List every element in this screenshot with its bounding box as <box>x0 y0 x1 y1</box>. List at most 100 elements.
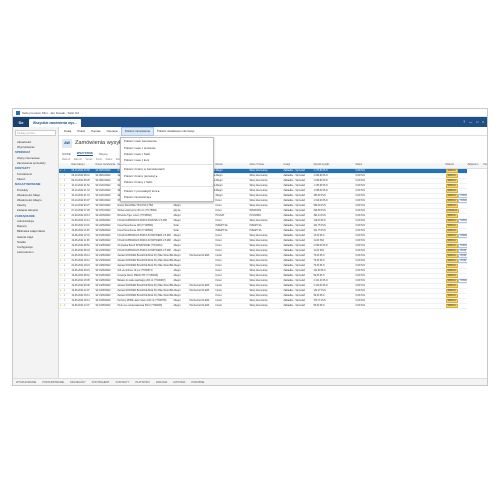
table-cell: Pink Luce wodą toaletową 50ml (77180818) <box>117 303 173 309</box>
status-badge: SMPost <box>445 188 458 192</box>
toolbar-button[interactable]: Popraw <box>88 127 103 136</box>
top-nav: Se Wszystkie zamówienia wys... ? — □ × <box>13 117 487 127</box>
column-header[interactable]: Paczka <box>483 163 487 169</box>
status-badge: SMPost <box>445 258 458 262</box>
table-cell: SMPost Odbiorca <box>445 193 467 199</box>
star-icon[interactable]: ★ <box>60 240 62 242</box>
document-tabs: Wszystkie zamówienia wys... <box>29 117 81 127</box>
toolbar-button[interactable]: Pobierz dodatkowe informacje <box>154 127 197 136</box>
help-icon[interactable]: ? <box>463 120 465 124</box>
filter-field[interactable]: Data od: <box>62 159 71 161</box>
star-icon[interactable]: ★ <box>60 275 62 277</box>
bottom-tab[interactable]: PODOBNE <box>191 381 204 384</box>
filter-tab[interactable]: Więcej <box>99 152 107 156</box>
star-icon[interactable]: ★ <box>60 265 62 267</box>
star-icon[interactable]: ★ <box>60 225 62 227</box>
maximize-icon[interactable]: □ <box>476 120 478 124</box>
check-icon: ✓ <box>63 305 66 307</box>
close-icon[interactable]: × <box>482 120 484 124</box>
toolbar-button[interactable]: Operacje <box>104 127 121 136</box>
star-icon[interactable]: ★ <box>60 260 62 262</box>
star-icon[interactable]: ★ <box>60 245 62 247</box>
check-icon: ✓ <box>63 290 66 292</box>
filter-field[interactable]: Serwis: <box>85 159 93 161</box>
filter-field[interactable]: Data do: <box>74 159 83 161</box>
star-icon[interactable]: ★ <box>60 280 62 282</box>
star-icon[interactable]: ★ <box>60 175 62 177</box>
toolbar: Dodaj Pokaż Popraw Operacje Pobierz zamówien… <box>59 126 487 136</box>
star-icon[interactable]: ★ <box>60 220 62 222</box>
row-note: Wyślij wiadomość e-mail <box>458 258 467 262</box>
star-icon[interactable]: ★ <box>60 190 62 192</box>
check-icon: ✓ <box>63 280 66 282</box>
star-icon[interactable]: ★ <box>60 230 62 232</box>
status-badge: SMPost <box>445 213 458 217</box>
star-icon[interactable]: ★ <box>60 305 62 307</box>
minimize-icon[interactable]: — <box>469 120 472 124</box>
star-icon[interactable]: ★ <box>60 255 62 257</box>
status-badge: SMPost <box>445 278 458 282</box>
table-cell: Inpost <box>215 303 249 309</box>
bottom-tab[interactable]: PŁATNOŚCI <box>135 381 150 384</box>
filter-field[interactable]: Status: <box>106 159 113 161</box>
star-icon[interactable]: ★ <box>60 270 62 272</box>
sidebar-item[interactable]: Laboratorium <box>13 250 58 255</box>
check-icon: ✓ <box>63 215 66 217</box>
bottom-tab[interactable]: HISTORIA <box>173 381 185 384</box>
table-cell: SMPost Odbiorca <box>445 278 467 284</box>
menu-item[interactable]: Pobierz zmiany z Sello <box>121 179 213 185</box>
status-badge: SMPost <box>445 183 458 187</box>
menu-item[interactable]: Pobierz zamówienia ▸ <box>121 194 213 200</box>
status-badge: SMPost <box>445 268 458 272</box>
bottom-tab[interactable]: KONTRAHENT <box>92 381 110 384</box>
star-icon[interactable]: ★ <box>60 290 62 292</box>
bottom-tab[interactable]: SZCZEGÓŁY <box>70 381 86 384</box>
column-header[interactable]: Zapłacono <box>467 163 483 169</box>
status-badge: SMPost <box>445 243 458 247</box>
star-icon[interactable]: ★ <box>60 170 62 172</box>
table-row[interactable]: ★ ✓ 16-06-2022 14:07 SZ 16/06/2022 Pink Luce… <box>59 303 487 309</box>
status-badge: SMPost <box>445 293 458 297</box>
star-icon[interactable]: ★ <box>60 210 62 212</box>
star-icon[interactable]: ★ <box>60 250 62 252</box>
star-icon[interactable]: ★ <box>60 295 62 297</box>
menu-item[interactable]: Pobierz nowe z kont <box>121 157 213 163</box>
star-icon[interactable]: ★ <box>60 205 62 207</box>
filter-tab[interactable]: NOWE <box>62 152 71 156</box>
app-logo: Se <box>13 117 29 127</box>
check-icon: ✓ <box>63 170 66 172</box>
status-badge: SMPost <box>445 253 458 257</box>
status-badge: SMPost <box>445 263 458 267</box>
star-icon[interactable]: ★ <box>60 200 62 202</box>
sidebar-search-input[interactable]: Szukaj poprzez <box>15 130 56 136</box>
table-cell: Paczkomat 00 EWL <box>189 303 215 309</box>
check-icon: ✓ <box>63 200 66 202</box>
bottom-tab[interactable]: PODSUMOWANIE <box>42 381 64 384</box>
toolbar-button[interactable]: Pokaż <box>74 127 88 136</box>
table-cell: SMPost Odbiorca <box>445 218 467 224</box>
star-icon[interactable]: ★ <box>60 195 62 197</box>
check-icon: ✓ <box>63 255 66 257</box>
row-note: Odbiorca <box>458 243 467 247</box>
check-icon: ✓ <box>63 275 66 277</box>
bottom-tab[interactable]: WYSZUKIWANIE <box>16 381 36 384</box>
star-icon[interactable]: ★ <box>60 235 62 237</box>
bottom-tab[interactable]: KONTAKTY <box>116 381 130 384</box>
toolbar-button[interactable]: Dodaj <box>61 127 74 136</box>
status-badge: SMPost <box>445 238 458 242</box>
star-icon[interactable]: ★ <box>60 300 62 302</box>
star-icon[interactable]: ★ <box>60 185 62 187</box>
filter-tab[interactable]: WSZYSTKIE <box>76 151 94 156</box>
module-badge: AW <box>62 138 72 148</box>
star-icon[interactable]: ★ <box>60 285 62 287</box>
filter-field[interactable]: Konto: <box>96 159 103 161</box>
status-badge: SMPost <box>445 298 458 302</box>
status-badge: SMPost <box>445 228 458 232</box>
star-icon[interactable]: ★ <box>60 215 62 217</box>
toolbar-button[interactable]: Pobierz zamówienia <box>120 126 154 136</box>
bottom-tab[interactable]: ZADANIA <box>156 381 167 384</box>
star-icon[interactable]: ★ <box>60 180 62 182</box>
check-icon: ✓ <box>63 265 66 267</box>
status-badge: SMPost <box>445 193 458 197</box>
check-icon: ✓ <box>63 245 66 247</box>
